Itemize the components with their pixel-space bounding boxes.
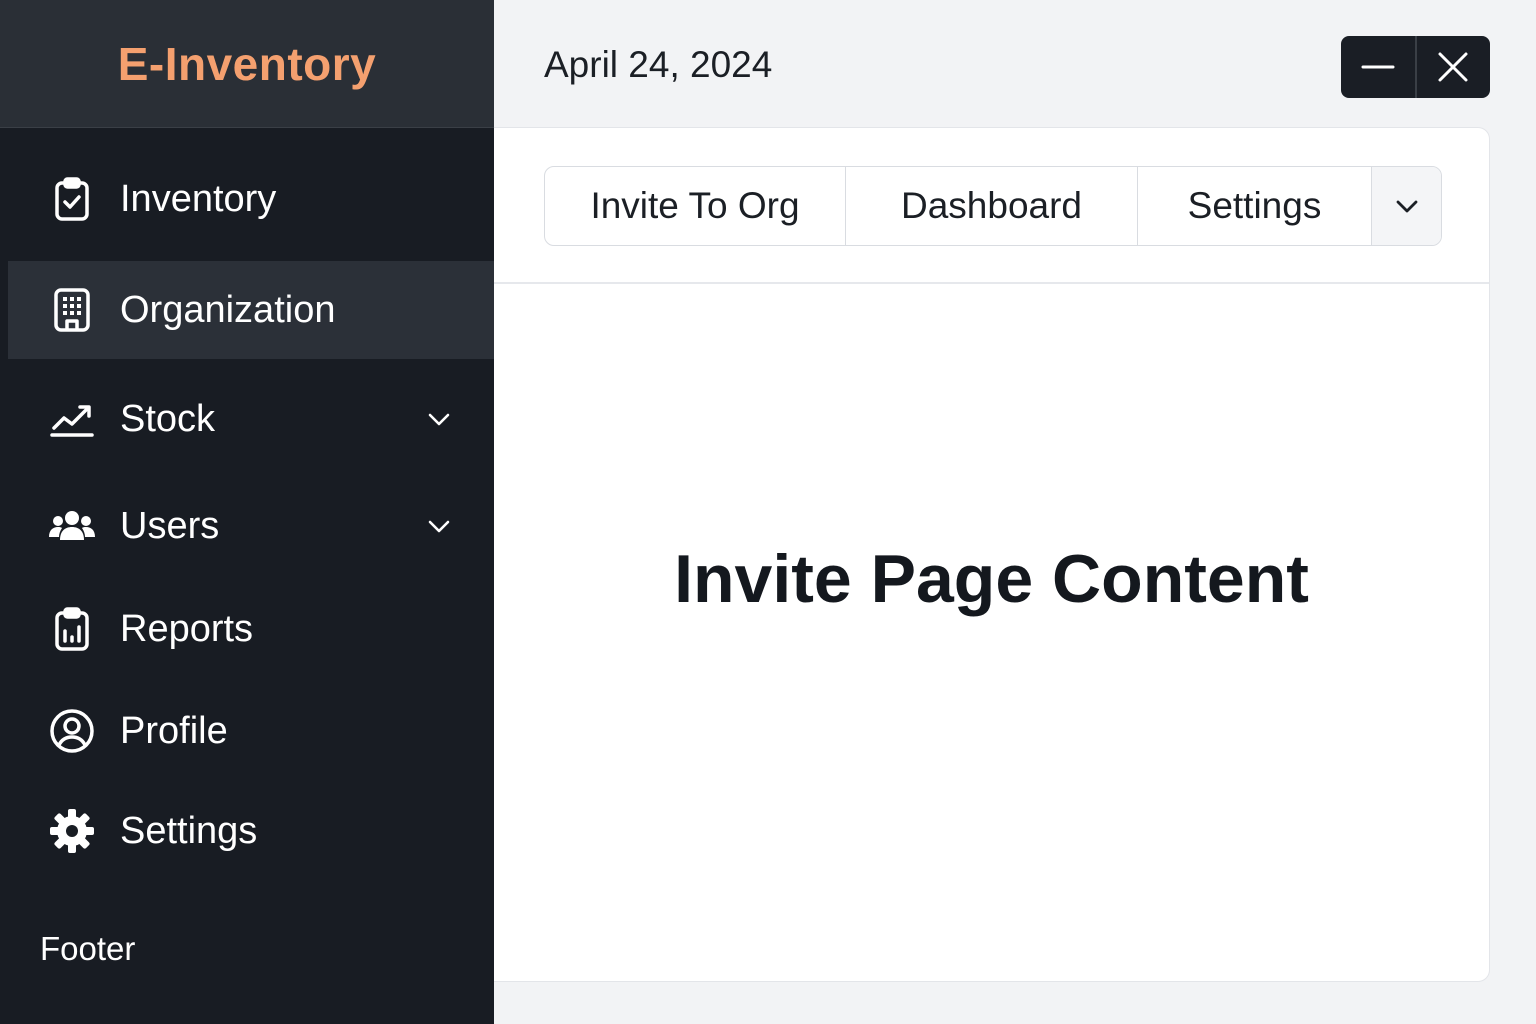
sidebar-item-label: Profile <box>120 709 228 752</box>
close-icon <box>1438 52 1468 82</box>
close-button[interactable] <box>1415 36 1489 98</box>
sidebar-item-settings[interactable]: Settings <box>8 782 494 880</box>
sidebar-item-label: Inventory <box>120 177 277 220</box>
sidebar-item-profile[interactable]: Profile <box>8 682 494 780</box>
current-date: April 24, 2024 <box>544 44 773 85</box>
gear-icon <box>46 805 98 857</box>
sidebar-item-inventory[interactable]: Inventory <box>8 150 494 248</box>
sidebar-item-organization[interactable]: Organization <box>8 261 494 359</box>
tab-settings[interactable]: Settings <box>1138 167 1372 245</box>
window-controls <box>1341 36 1490 98</box>
tab-invite-to-org[interactable]: Invite To Org <box>545 167 846 245</box>
brand-header: E-Inventory <box>0 0 494 128</box>
panel-divider <box>494 282 1489 284</box>
minimize-icon <box>1361 65 1395 69</box>
clipboard-chart-icon <box>46 603 98 655</box>
chevron-down-icon[interactable] <box>424 511 454 541</box>
users-icon <box>46 500 98 552</box>
sidebar-item-label: Settings <box>120 809 258 852</box>
tab-more-button[interactable] <box>1372 167 1441 245</box>
user-circle-icon <box>46 705 98 757</box>
trending-chart-icon <box>46 393 98 445</box>
tab-bar: Invite To Org Dashboard Settings <box>544 166 1442 246</box>
sidebar-item-label: Users <box>120 504 220 547</box>
building-icon <box>46 284 98 336</box>
tab-dashboard[interactable]: Dashboard <box>846 167 1138 245</box>
app-window: E-Inventory Inventory Organization Stock… <box>0 0 1536 1024</box>
sidebar-item-label: Reports <box>120 607 254 650</box>
minimize-button[interactable] <box>1341 36 1415 98</box>
clipboard-check-icon <box>46 173 98 225</box>
sidebar-item-label: Stock <box>120 397 216 440</box>
sidebar-footer: Footer <box>40 930 136 967</box>
sidebar-item-label: Organization <box>120 288 336 331</box>
sidebar-item-users[interactable]: Users <box>8 477 494 575</box>
main-panel: Invite To Org Dashboard Settings Invite … <box>494 127 1490 982</box>
sidebar-item-reports[interactable]: Reports <box>8 580 494 678</box>
brand-title[interactable]: E-Inventory <box>118 37 377 91</box>
page-content-heading: Invite Page Content <box>674 541 1309 617</box>
chevron-down-icon <box>1396 200 1417 213</box>
sidebar: E-Inventory Inventory Organization Stock… <box>0 0 494 1024</box>
chevron-down-icon[interactable] <box>424 404 454 434</box>
sidebar-item-stock[interactable]: Stock <box>8 370 494 468</box>
